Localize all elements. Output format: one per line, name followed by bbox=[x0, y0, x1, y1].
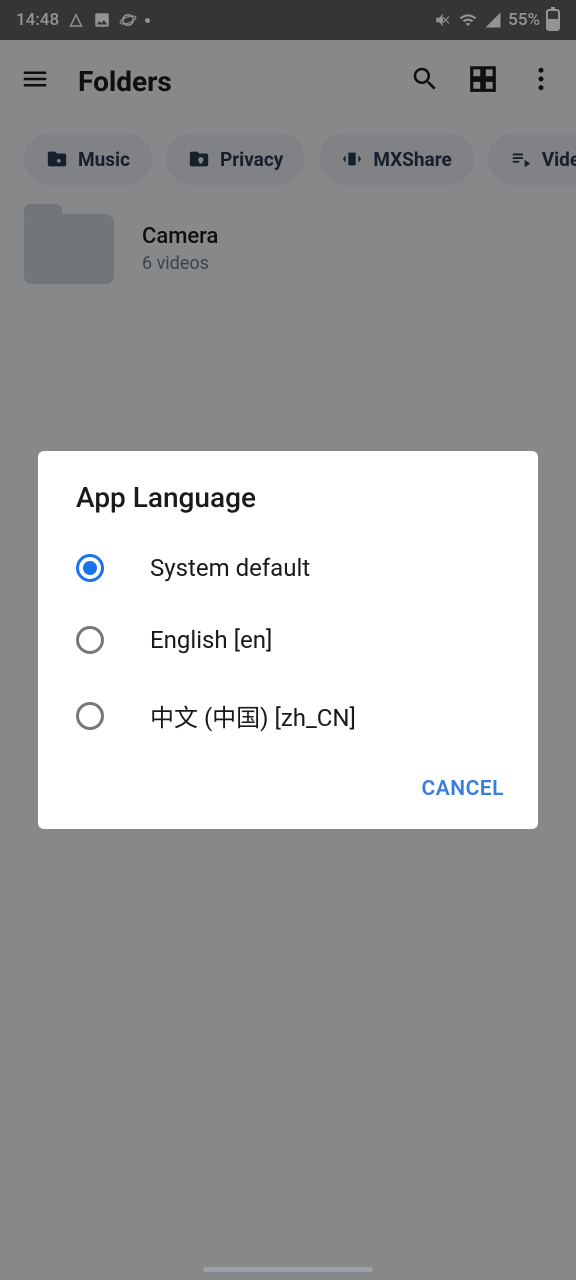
radio-icon bbox=[76, 626, 104, 654]
modal-overlay[interactable]: App Language System default English [en]… bbox=[0, 0, 576, 1280]
language-dialog: App Language System default English [en]… bbox=[38, 451, 538, 829]
radio-label: 中文 (中国) [zh_CN] bbox=[150, 698, 356, 733]
radio-option-english[interactable]: English [en] bbox=[38, 604, 538, 676]
radio-label: System default bbox=[150, 554, 310, 582]
radio-option-system-default[interactable]: System default bbox=[38, 532, 538, 604]
radio-icon bbox=[76, 554, 104, 582]
nav-indicator[interactable] bbox=[203, 1267, 373, 1272]
cancel-button[interactable]: CANCEL bbox=[421, 777, 504, 801]
radio-label: English [en] bbox=[150, 626, 272, 654]
radio-icon bbox=[76, 702, 104, 730]
dialog-title: App Language bbox=[38, 481, 538, 532]
radio-option-chinese[interactable]: 中文 (中国) [zh_CN] bbox=[38, 676, 538, 755]
